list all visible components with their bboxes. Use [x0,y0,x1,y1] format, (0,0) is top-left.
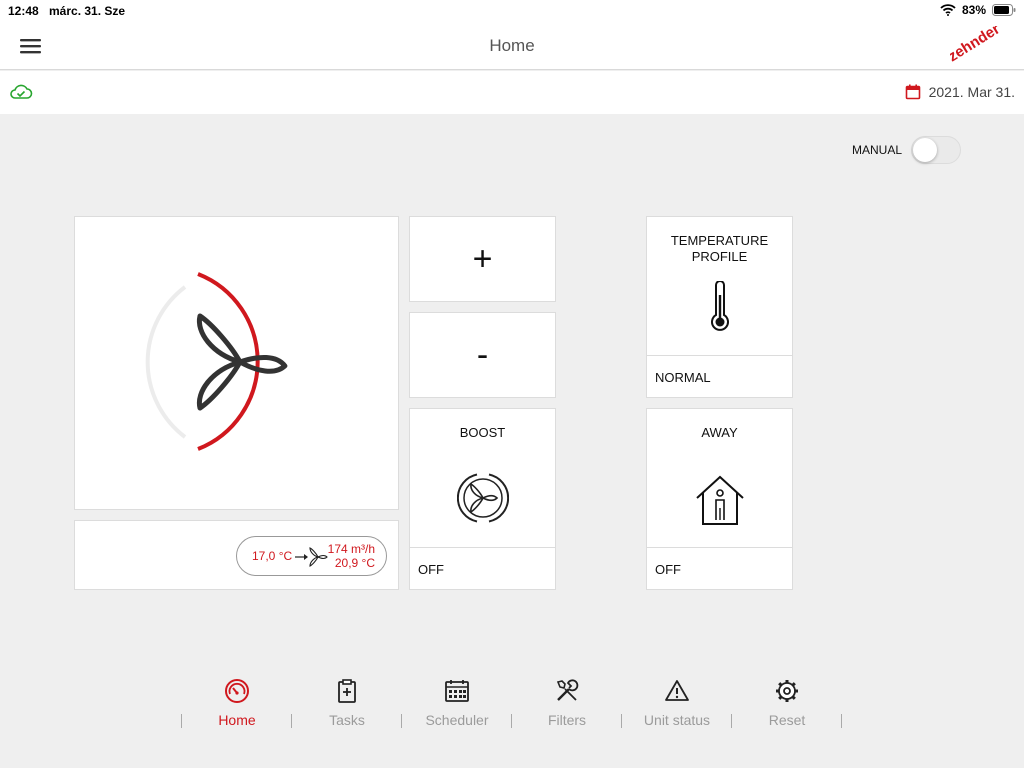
fan-speed-dial [145,272,288,451]
tab-separator [181,714,182,728]
tab-filters[interactable]: Filters [517,672,617,732]
tab-reset-label: Reset [768,712,806,728]
boost-fan-icon [457,473,509,523]
zehnder-logo: zehnder [950,26,1003,65]
intake-temperature: 17,0 °C [252,549,293,563]
info-bar: 2021. Mar 31. [0,71,1024,114]
tab-separator [731,714,732,728]
status-bar: 12:48 márc. 31. Sze 83% [0,0,1024,22]
wifi-icon [940,4,956,16]
gear-icon [776,680,798,702]
dial-track-arc [145,285,187,439]
fan-speed-card[interactable] [74,216,399,510]
battery-icon [992,4,1016,16]
current-date: 2021. Mar 31. [928,84,1015,100]
temperature-profile-status: NORMAL [647,355,792,397]
calendar-icon [905,84,920,100]
tab-home[interactable]: Home [187,672,287,732]
airflow-pill[interactable]: 17,0 °C 174 m³/h 20,9 °C [236,536,387,576]
thermometer-icon [711,281,729,331]
tab-reset[interactable]: Reset [737,672,837,732]
tab-separator [291,714,292,728]
arrow-fan-icon [295,547,328,567]
tools-icon [556,679,579,701]
tab-separator [511,714,512,728]
boost-tile[interactable]: BOOST OFF [409,408,556,590]
toggle-knob [913,138,938,162]
boost-title: BOOST [459,425,506,440]
bottom-tab-bar: Home Tasks Scheduler Filters Unit status… [0,672,1024,732]
tab-separator [841,714,842,728]
tab-separator [621,714,622,728]
tab-unit-status-label: Unit status [643,712,711,728]
tab-scheduler-label: Scheduler [425,712,489,728]
cloud-connected-icon [10,84,33,99]
fan-icon [196,313,288,411]
supply-temperature: 20,9 °C [334,556,375,570]
tab-separator [401,714,402,728]
battery-percent: 83% [961,3,986,17]
away-status: OFF [647,547,792,589]
temperature-profile-tile[interactable]: TEMPERATURE PROFILE NORMAL [646,216,793,398]
nav-bar: Home zehnder [0,22,1024,70]
tab-unit-status[interactable]: Unit status [627,672,727,732]
temperature-profile-title: TEMPERATURE PROFILE [670,233,769,264]
status-time: 12:48 [8,4,39,18]
svg-text:zehnder: zehnder [950,26,1003,65]
status-date: márc. 31. Sze [49,4,126,18]
house-person-icon [696,475,744,525]
tab-scheduler[interactable]: Scheduler [407,672,507,732]
warning-icon [665,680,689,701]
away-title: AWAY [701,425,738,440]
fan-speed-plus-button[interactable]: + [409,216,556,302]
away-tile[interactable]: AWAY OFF [646,408,793,590]
page-title: Home [489,36,535,55]
manual-toggle-group: MANUAL [852,136,962,164]
calendar-grid-icon [445,680,469,702]
manual-toggle[interactable] [911,136,962,164]
manual-label: MANUAL [852,143,903,157]
fan-speed-minus-button[interactable]: - [409,312,556,398]
boost-status: OFF [410,547,555,589]
tab-home-label: Home [218,712,256,728]
tab-tasks[interactable]: Tasks [297,672,397,732]
airflow-rate: 174 m³/h [327,542,375,556]
gauge-icon [225,679,249,703]
tab-filters-label: Filters [547,712,587,728]
airflow-card: 17,0 °C 174 m³/h 20,9 °C [74,520,399,590]
tab-tasks-label: Tasks [329,712,365,728]
clipboard-icon [338,679,356,703]
